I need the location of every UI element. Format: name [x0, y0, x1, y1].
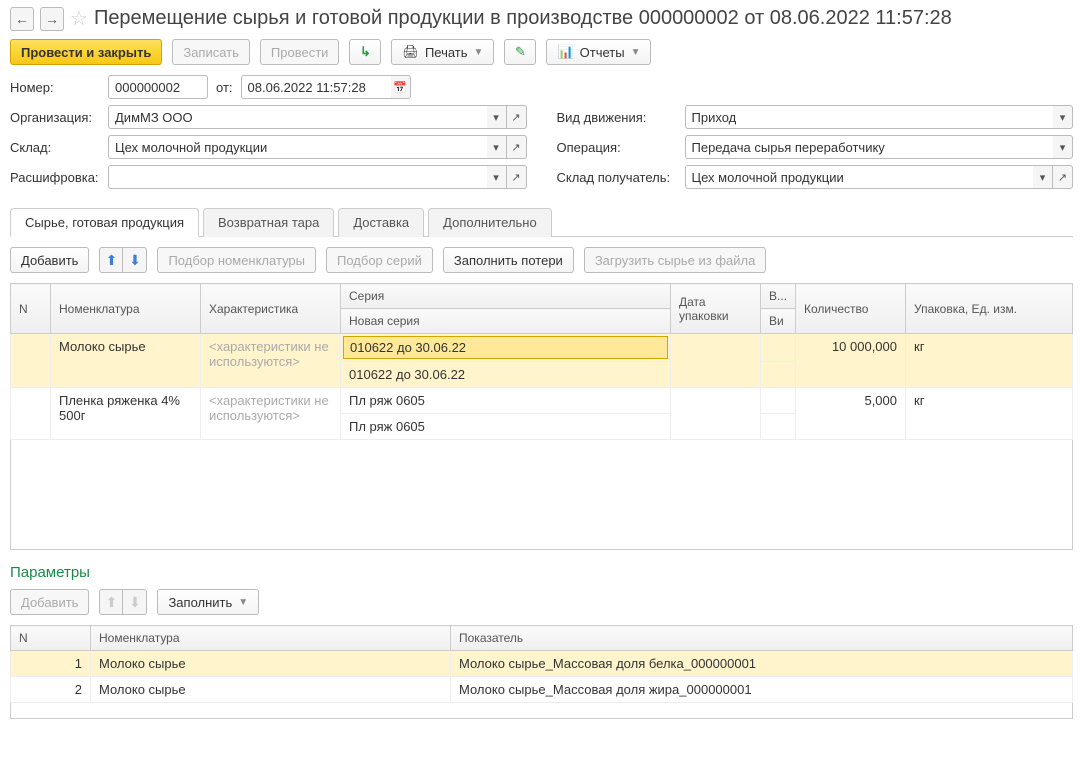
- warehouse-label: Склад:: [10, 140, 100, 155]
- col-series[interactable]: Серия: [341, 284, 671, 309]
- nav-back-button[interactable]: ←: [10, 7, 34, 31]
- pcol-nom[interactable]: Номенклатура: [91, 626, 451, 651]
- movement-label: Вид движения:: [557, 110, 677, 125]
- pcell-indicator: Молоко сырье_Массовая доля белка_0000000…: [451, 651, 1073, 677]
- tab-returnable[interactable]: Возвратная тара: [203, 208, 334, 237]
- decode-field[interactable]: [108, 165, 487, 189]
- movement-dropdown-button[interactable]: ▾: [1053, 105, 1073, 129]
- save-button[interactable]: Записать: [172, 39, 250, 65]
- params-table: N Номенклатура Показатель 1 Молоко сырье…: [10, 625, 1073, 719]
- number-field[interactable]: 000000002: [108, 75, 208, 99]
- dest-wh-label: Склад получатель:: [557, 170, 677, 185]
- warehouse-open-button[interactable]: ↗: [507, 135, 527, 159]
- pcell-nom: Молоко сырье: [91, 651, 451, 677]
- page-title: Перемещение сырья и готовой продукции в …: [94, 7, 952, 30]
- cell-unit: кг: [906, 388, 1073, 440]
- post-button[interactable]: Провести: [260, 39, 340, 65]
- cell-new-series: 010622 до 30.06.22: [341, 362, 671, 388]
- green-arrow-icon: [360, 44, 371, 60]
- from-label: от:: [216, 80, 233, 95]
- params-title: Параметры: [10, 564, 1073, 581]
- movement-field[interactable]: Приход: [685, 105, 1054, 129]
- dest-wh-open-button[interactable]: ↗: [1053, 165, 1073, 189]
- col-unit[interactable]: Упаковка, Ед. изм.: [906, 284, 1073, 334]
- cell-unit: кг: [906, 334, 1073, 388]
- org-open-button[interactable]: ↗: [507, 105, 527, 129]
- date-field[interactable]: 08.06.2022 11:57:28: [241, 75, 391, 99]
- materials-table: N Номенклатура Характеристика Серия Дата…: [10, 283, 1073, 550]
- cell-char: <характеристики не используются>: [201, 334, 341, 388]
- params-add-button[interactable]: Добавить: [10, 589, 89, 615]
- load-from-file-button[interactable]: Загрузить сырье из файла: [584, 247, 767, 273]
- warehouse-dropdown-button[interactable]: ▾: [487, 135, 507, 159]
- favorite-star-icon[interactable]: ☆: [70, 6, 88, 31]
- edit-icon-button[interactable]: [504, 39, 536, 65]
- calendar-button[interactable]: 📅: [391, 75, 411, 99]
- col-b[interactable]: В...: [761, 284, 796, 309]
- cell-nom: Молоко сырье: [51, 334, 201, 388]
- move-up-button[interactable]: ⬆: [99, 247, 123, 273]
- tab-delivery[interactable]: Доставка: [338, 208, 424, 237]
- move-down-button[interactable]: ⬇: [123, 247, 147, 273]
- operation-label: Операция:: [557, 140, 677, 155]
- pencil-icon: [515, 44, 526, 60]
- operation-dropdown-button[interactable]: ▾: [1053, 135, 1073, 159]
- org-dropdown-button[interactable]: ▾: [487, 105, 507, 129]
- print-icon: [402, 44, 419, 60]
- report-icon: [557, 44, 573, 60]
- pcell-indicator: Молоко сырье_Массовая доля жира_00000000…: [451, 677, 1073, 703]
- dest-wh-field[interactable]: Цех молочной продукции: [685, 165, 1034, 189]
- cell-series: Пл ряж 0605: [341, 388, 671, 414]
- table-row[interactable]: Пленка ряженка 4% 500г <характеристики н…: [11, 388, 1073, 414]
- pcell-n: 1: [11, 651, 91, 677]
- cell-char: <характеристики не используются>: [201, 388, 341, 440]
- params-move-up-button[interactable]: ⬆: [99, 589, 123, 615]
- params-move-down-button[interactable]: ⬇: [123, 589, 147, 615]
- pick-nomenclature-button[interactable]: Подбор номенклатуры: [157, 247, 316, 273]
- decode-dropdown-button[interactable]: ▾: [487, 165, 507, 189]
- post-and-close-button[interactable]: Провести и закрыть: [10, 39, 162, 65]
- number-label: Номер:: [10, 80, 100, 95]
- col-vi[interactable]: Ви: [761, 309, 796, 334]
- pcell-nom: Молоко сырье: [91, 677, 451, 703]
- cell-packdate: [671, 334, 761, 388]
- pcol-indicator[interactable]: Показатель: [451, 626, 1073, 651]
- tab-additional[interactable]: Дополнительно: [428, 208, 552, 237]
- print-button[interactable]: Печать ▼: [391, 39, 494, 65]
- col-n[interactable]: N: [11, 284, 51, 334]
- org-label: Организация:: [10, 110, 100, 125]
- cell-nom: Пленка ряженка 4% 500г: [51, 388, 201, 440]
- add-row-button[interactable]: Добавить: [10, 247, 89, 273]
- params-fill-button[interactable]: Заполнить ▼: [157, 589, 259, 615]
- pcol-n[interactable]: N: [11, 626, 91, 651]
- decode-label: Расшифровка:: [10, 170, 100, 185]
- col-characteristic[interactable]: Характеристика: [201, 284, 341, 334]
- decode-open-button[interactable]: ↗: [507, 165, 527, 189]
- table-row[interactable]: 1 Молоко сырье Молоко сырье_Массовая дол…: [11, 651, 1073, 677]
- col-new-series[interactable]: Новая серия: [341, 309, 671, 334]
- movement-icon-button[interactable]: [349, 39, 381, 65]
- dest-wh-dropdown-button[interactable]: ▾: [1033, 165, 1053, 189]
- reports-button[interactable]: Отчеты ▼: [546, 39, 651, 65]
- cell-series-edit[interactable]: 010622 до 30.06.22: [343, 336, 668, 359]
- cell-qty: 5,000: [796, 388, 906, 440]
- pick-series-button[interactable]: Подбор серий: [326, 247, 433, 273]
- cell-new-series: Пл ряж 0605: [341, 414, 671, 440]
- tab-raw-materials[interactable]: Сырье, готовая продукция: [10, 208, 199, 237]
- nav-forward-button[interactable]: →: [40, 7, 64, 31]
- operation-field[interactable]: Передача сырья переработчику: [685, 135, 1054, 159]
- table-row[interactable]: 2 Молоко сырье Молоко сырье_Массовая дол…: [11, 677, 1073, 703]
- cell-packdate: [671, 388, 761, 440]
- col-pack-date[interactable]: Дата упаковки: [671, 284, 761, 334]
- warehouse-field[interactable]: Цех молочной продукции: [108, 135, 487, 159]
- col-nomenclature[interactable]: Номенклатура: [51, 284, 201, 334]
- org-field[interactable]: ДимМЗ ООО: [108, 105, 487, 129]
- cell-qty: 10 000,000: [796, 334, 906, 388]
- table-row[interactable]: Молоко сырье <характеристики не использу…: [11, 334, 1073, 362]
- col-qty[interactable]: Количество: [796, 284, 906, 334]
- pcell-n: 2: [11, 677, 91, 703]
- fill-losses-button[interactable]: Заполнить потери: [443, 247, 574, 273]
